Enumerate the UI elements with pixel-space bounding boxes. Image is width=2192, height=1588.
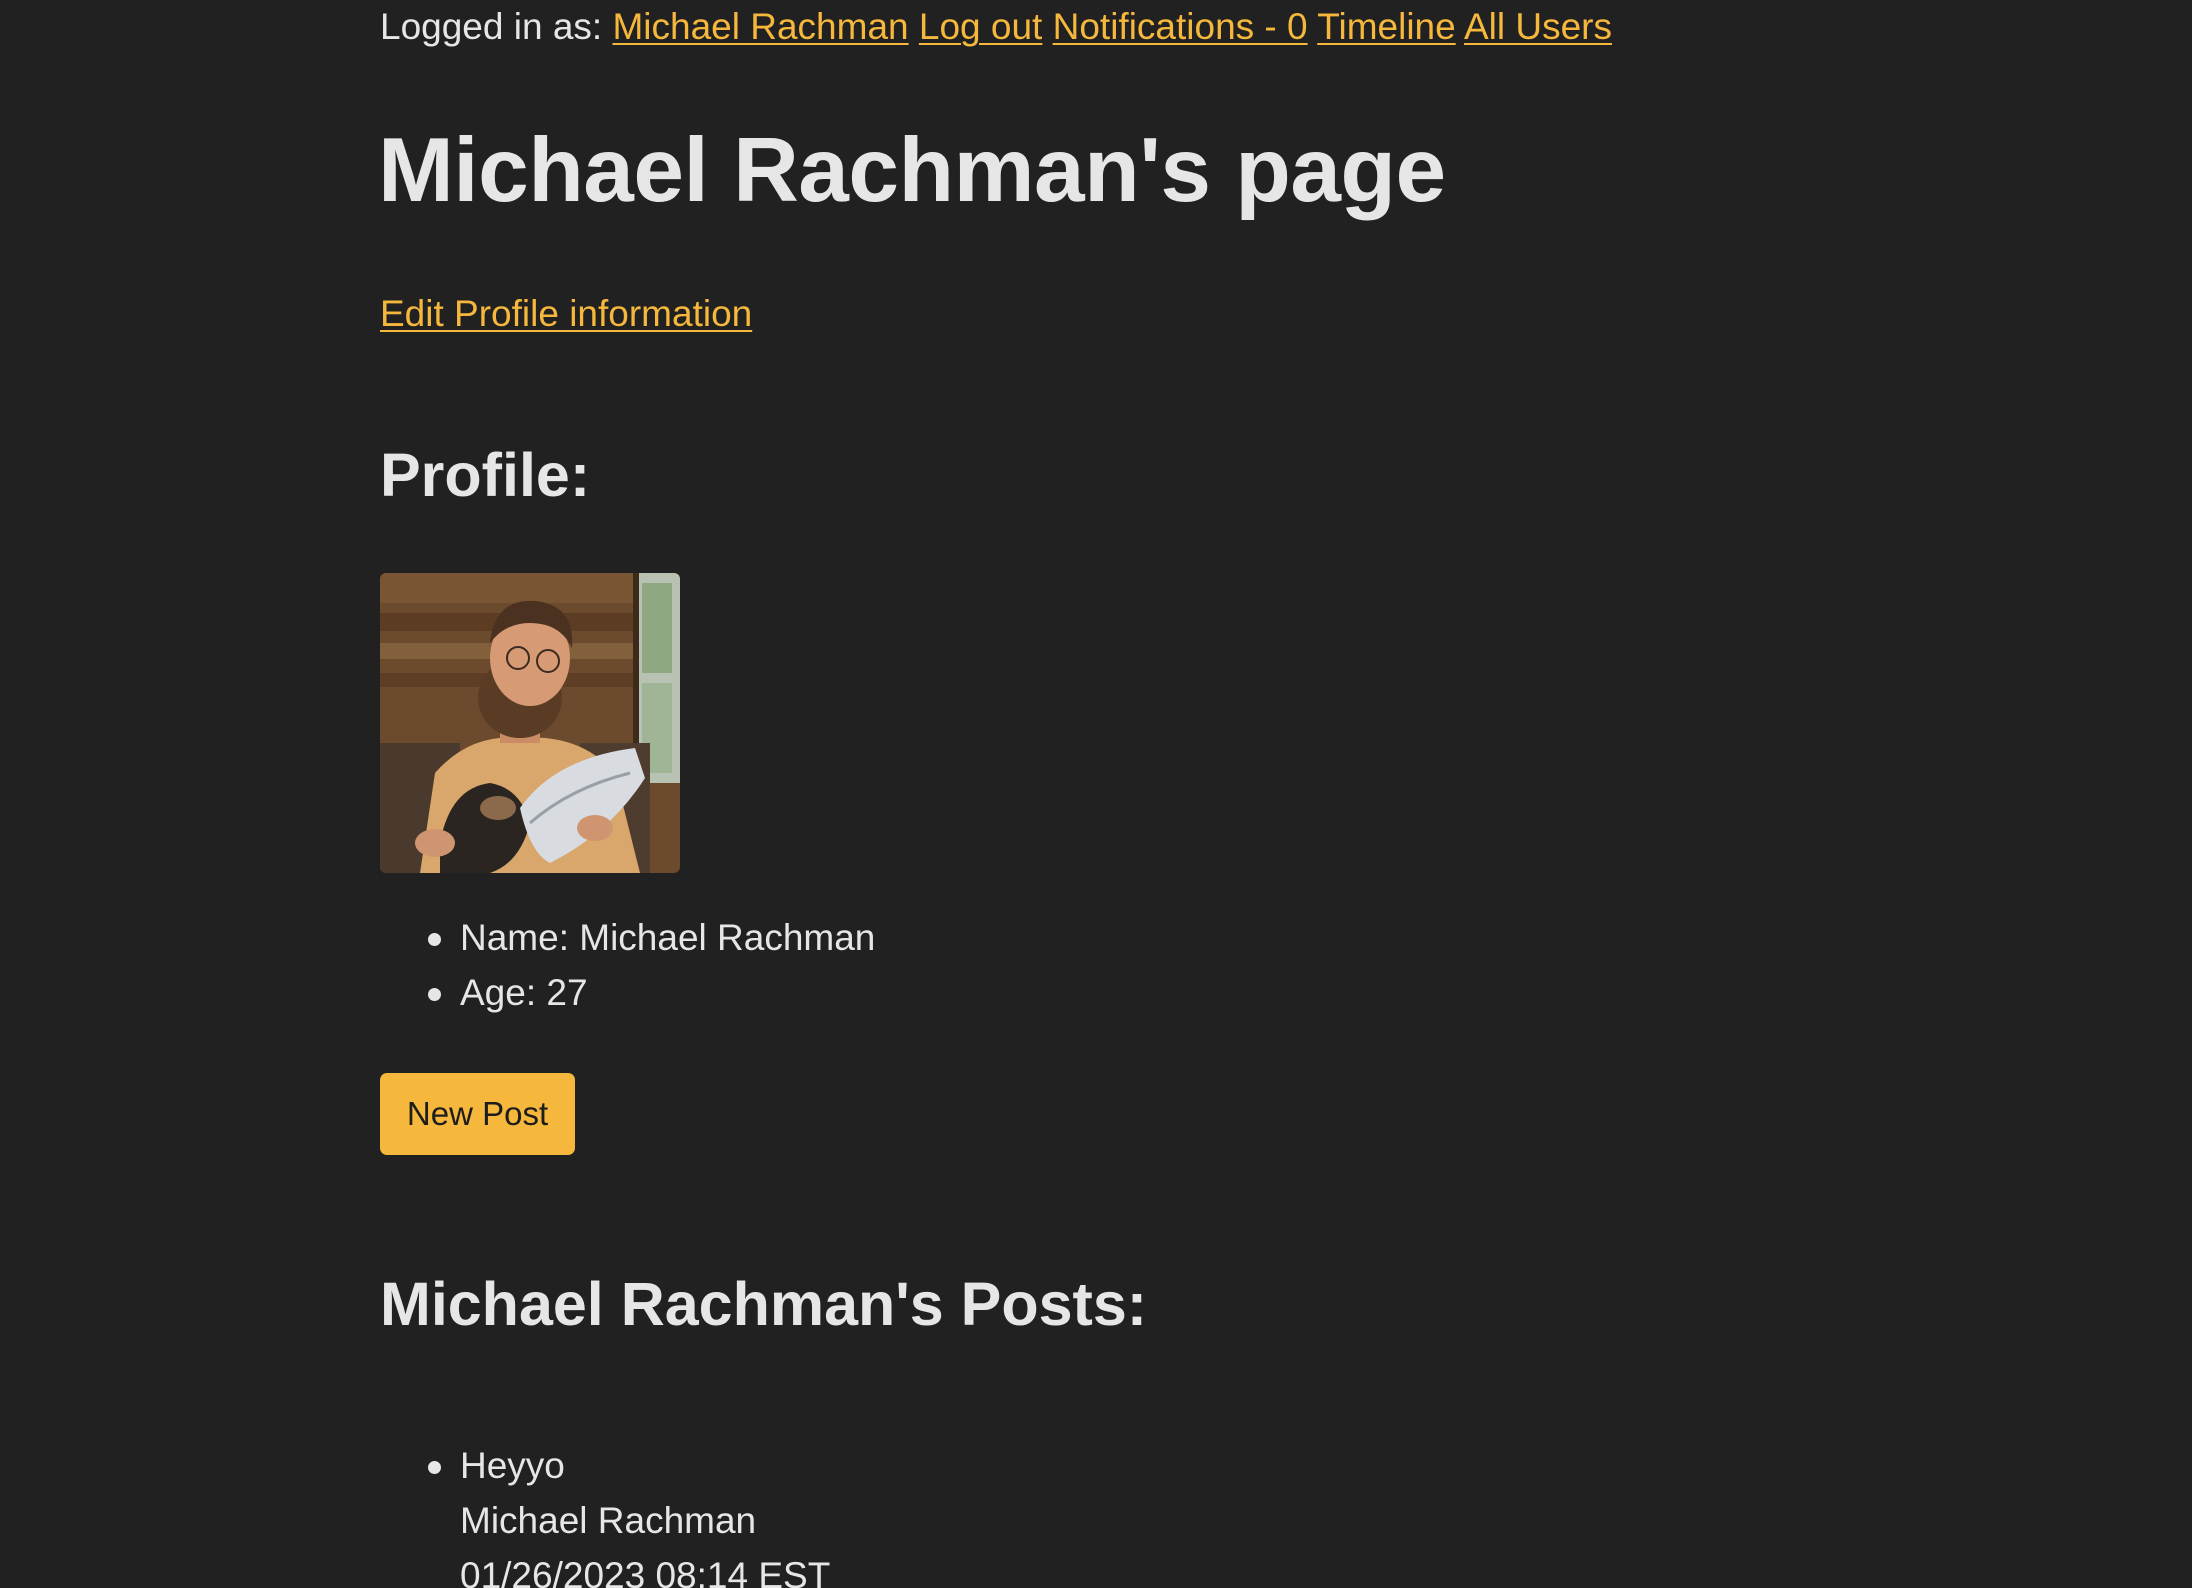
profile-heading: Profile:	[380, 441, 591, 509]
bullet-icon	[428, 1461, 441, 1474]
posts-heading: Michael Rachman's Posts:	[380, 1270, 1148, 1338]
profile-name: Name: Michael Rachman	[460, 917, 876, 958]
timeline-link[interactable]: Timeline	[1317, 6, 1455, 47]
logout-link[interactable]: Log out	[919, 6, 1042, 47]
profile-details-list: Name: Michael Rachman Age: 27	[380, 910, 875, 1020]
post-author: Michael Rachman	[460, 1500, 757, 1541]
profile-photo	[380, 573, 680, 873]
post-timestamp: 01/26/2023 08:14 EST	[460, 1555, 831, 1588]
posts-list: Heyyo Michael Rachman 01/26/2023 08:14 E…	[380, 1438, 830, 1588]
top-nav: Logged in as: Michael Rachman Log out No…	[380, 4, 1612, 50]
post-item: Heyyo Michael Rachman 01/26/2023 08:14 E…	[380, 1438, 830, 1588]
logged-in-label: Logged in as:	[380, 6, 613, 47]
bullet-icon	[428, 988, 441, 1001]
profile-age: Age: 27	[460, 972, 588, 1013]
current-user-link[interactable]: Michael Rachman	[612, 6, 908, 47]
edit-profile-link[interactable]: Edit Profile information	[380, 291, 752, 337]
page: Logged in as: Michael Rachman Log out No…	[0, 0, 2192, 1588]
post-text: Heyyo	[460, 1445, 565, 1486]
new-post-button[interactable]: New Post	[380, 1073, 575, 1155]
all-users-link[interactable]: All Users	[1464, 6, 1612, 47]
list-item: Name: Michael Rachman	[380, 910, 875, 965]
page-title: Michael Rachman's page	[378, 120, 1446, 221]
list-item: Age: 27	[380, 965, 875, 1020]
notifications-link[interactable]: Notifications - 0	[1053, 6, 1308, 47]
bullet-icon	[428, 933, 441, 946]
profile-photo-image	[380, 573, 680, 873]
